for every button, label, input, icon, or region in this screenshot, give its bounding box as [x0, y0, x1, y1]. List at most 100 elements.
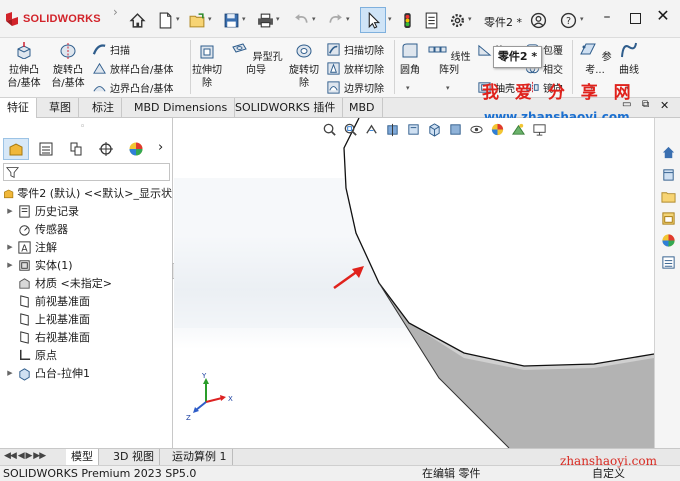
close-icon[interactable]: ✕: [652, 6, 674, 26]
tree-filter[interactable]: [3, 163, 170, 181]
options-icon[interactable]: [446, 9, 468, 31]
display-style-icon[interactable]: [448, 122, 463, 137]
select-icon[interactable]: [362, 9, 384, 31]
tree-item-sensors[interactable]: 传感器: [0, 220, 172, 238]
graphics-area[interactable]: Y X Z: [174, 118, 654, 448]
tab-sketch[interactable]: 草图: [42, 98, 79, 118]
tab-mbd-dimensions[interactable]: MBD Dimensions: [127, 98, 236, 118]
save-icon[interactable]: [220, 9, 242, 31]
tree-item-boss-extrude[interactable]: ▶ 凸台-拉伸1: [0, 364, 172, 382]
options-dropdown-icon[interactable]: ▾: [468, 15, 476, 23]
display-manager-tab[interactable]: [123, 138, 149, 160]
save-dropdown-icon[interactable]: ▾: [242, 15, 250, 23]
view-palette-button[interactable]: [658, 208, 678, 228]
home-icon[interactable]: [126, 9, 148, 31]
property-manager-tab[interactable]: [33, 138, 59, 160]
hole-wizard-button[interactable]: 异型孔向导: [228, 41, 284, 77]
configuration-manager-tab[interactable]: [63, 138, 89, 160]
lofted-cut-button[interactable]: 放样切除: [326, 59, 384, 78]
tree-item-material[interactable]: 材质 <未指定>: [0, 274, 172, 292]
help-icon[interactable]: ?: [557, 9, 579, 31]
expand-menu-icon[interactable]: ›: [113, 5, 121, 33]
new-file-icon[interactable]: [154, 9, 176, 31]
sensor-icon: [19, 224, 30, 236]
dimxpert-manager-tab[interactable]: [93, 138, 119, 160]
tab-3d-views[interactable]: 3D 视图: [108, 449, 160, 465]
tree-item-solid-bodies[interactable]: ▶ 实体(1): [0, 256, 172, 274]
view-orientation-icon[interactable]: [427, 122, 442, 137]
fillet-button[interactable]: 圆角: [398, 41, 422, 77]
expand-icon[interactable]: ▶: [5, 261, 15, 269]
fillet-dropdown-icon[interactable]: ▾: [406, 84, 410, 92]
help-dropdown-icon[interactable]: ▾: [580, 15, 588, 23]
coordinate-triad: Y X Z: [186, 372, 233, 422]
tab-markup[interactable]: 标注: [85, 98, 122, 118]
expand-icon[interactable]: ▶: [5, 369, 15, 377]
user-icon[interactable]: [527, 9, 549, 31]
tree-item-history[interactable]: ▶ 历史记录: [0, 202, 172, 220]
revolve-boss-button[interactable]: 旋转凸台/基体: [48, 41, 88, 90]
revolve-cut-button[interactable]: 旋转切除: [286, 41, 322, 90]
feature-tree-tab[interactable]: [3, 138, 29, 160]
open-file-icon[interactable]: [186, 9, 208, 31]
select-dropdown-icon[interactable]: ▾: [388, 15, 396, 23]
panel-next-icon[interactable]: ›: [158, 140, 163, 155]
undo-dropdown-icon[interactable]: ▾: [312, 15, 320, 23]
expand-icon[interactable]: ▶: [5, 207, 15, 215]
new-dropdown-icon[interactable]: ▾: [176, 15, 184, 23]
design-library-button[interactable]: [658, 164, 678, 184]
design-library-icon: [662, 168, 674, 181]
close-doc-icon[interactable]: ✕: [660, 99, 669, 112]
zoom-to-fit-icon[interactable]: [322, 122, 337, 137]
tab-navigation-icons[interactable]: ◀◀ ◀ ▶ ▶▶: [4, 451, 46, 461]
loft-button[interactable]: 放样凸台/基体: [92, 59, 173, 78]
boundary-cut-button[interactable]: 边界切除: [326, 78, 384, 97]
hide-show-items-icon[interactable]: [469, 122, 484, 137]
custom-properties-button[interactable]: [658, 252, 678, 272]
view-settings-icon[interactable]: [532, 122, 547, 137]
curves-button[interactable]: 曲线: [616, 41, 642, 77]
maximize-icon[interactable]: [624, 9, 646, 29]
open-dropdown-icon[interactable]: ▾: [208, 15, 216, 23]
redo-dropdown-icon[interactable]: ▾: [346, 15, 354, 23]
redo-icon[interactable]: [324, 9, 346, 31]
minimize-icon[interactable]: –: [596, 9, 618, 29]
zoom-to-area-icon[interactable]: [343, 122, 358, 137]
tree-item-origin[interactable]: 原点: [0, 346, 172, 364]
solidworks-resources-button[interactable]: [658, 142, 678, 162]
print-icon[interactable]: [254, 9, 276, 31]
extrude-boss-button[interactable]: 拉伸凸台/基体: [4, 41, 44, 90]
reference-geometry-button[interactable]: 参考...: [578, 41, 612, 77]
tree-item-front-plane[interactable]: 前视基准面: [0, 292, 172, 310]
section-view-icon[interactable]: [385, 122, 400, 137]
tab-solidworks-addins[interactable]: SOLIDWORKS 插件: [228, 98, 344, 118]
dynamic-annotation-icon[interactable]: [406, 122, 421, 137]
tab-features[interactable]: 特征: [0, 98, 37, 118]
boundary-boss-button[interactable]: 边界凸台/基体: [92, 78, 173, 97]
file-properties-icon[interactable]: [420, 9, 442, 31]
tab-mbd[interactable]: MBD: [342, 98, 383, 118]
tree-root[interactable]: 零件2 (默认) <<默认>_显示状: [0, 184, 172, 202]
sweep-button[interactable]: 扫描: [92, 40, 130, 59]
apply-scene-icon[interactable]: [511, 122, 526, 137]
swept-cut-button[interactable]: 扫描切除: [326, 40, 384, 59]
solidworks-logo[interactable]: SOLIDWORKS: [4, 9, 101, 29]
tree-item-annotations[interactable]: ▶ A 注解: [0, 238, 172, 256]
restore-down-icon[interactable]: ⧉: [642, 99, 649, 110]
undo-icon[interactable]: [290, 9, 312, 31]
tab-model[interactable]: 模型: [66, 449, 99, 465]
tree-item-top-plane[interactable]: 上视基准面: [0, 310, 172, 328]
appearances-button[interactable]: [658, 230, 678, 250]
tree-item-right-plane[interactable]: 右视基准面: [0, 328, 172, 346]
linear-pattern-button[interactable]: 线性阵列: [426, 41, 472, 77]
expand-icon[interactable]: ▶: [5, 243, 15, 251]
edit-appearance-icon[interactable]: [490, 122, 505, 137]
previous-view-icon[interactable]: [364, 122, 379, 137]
extrude-cut-button[interactable]: 拉伸切除: [190, 41, 224, 90]
tab-motion-study[interactable]: 运动算例 1: [167, 449, 233, 465]
file-explorer-button[interactable]: [658, 186, 678, 206]
panel-collapse-icon[interactable]: ◦: [80, 122, 85, 132]
rebuild-icon[interactable]: [396, 9, 418, 31]
print-dropdown-icon[interactable]: ▾: [276, 15, 284, 23]
pattern-dropdown-icon[interactable]: ▾: [446, 84, 450, 92]
